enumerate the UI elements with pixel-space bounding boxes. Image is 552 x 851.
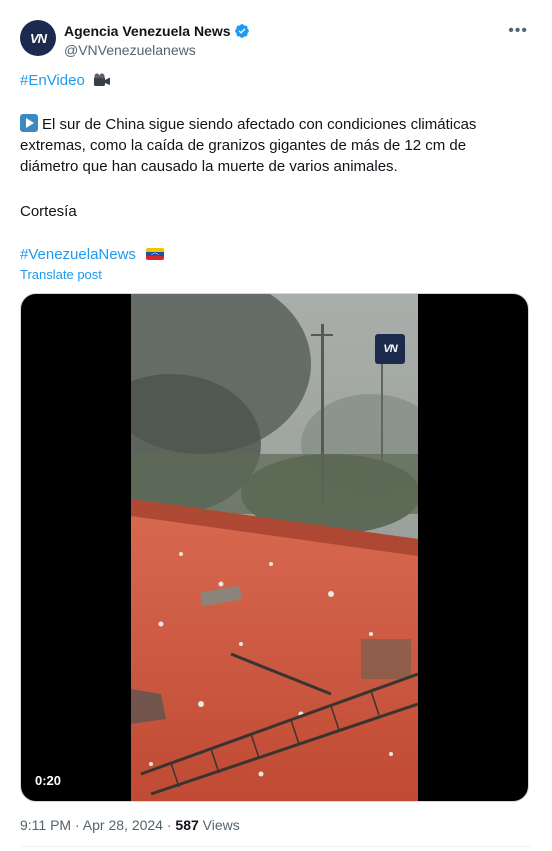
tweet-text: El sur de China sigue siendo afectado co… xyxy=(20,114,532,177)
tweet-text-line-1: El sur de China sigue siendo afectado co… xyxy=(42,116,477,133)
divider xyxy=(20,846,532,847)
author-handle[interactable]: @VNVenezuelanews xyxy=(64,42,250,58)
tweet-line-hashtag: #EnVideo xyxy=(20,70,532,91)
tweet-text-line-3: diámetro que han causado la muerte de va… xyxy=(20,158,398,175)
video-frame[interactable]: VN xyxy=(131,294,418,801)
post-date[interactable]: Apr 28, 2024 xyxy=(83,817,163,833)
views-count: 587 xyxy=(175,817,199,833)
more-options-icon[interactable]: ••• xyxy=(508,22,528,40)
tweet-metadata: 9:11 PM · Apr 28, 2024 · 587 Views xyxy=(20,817,240,833)
play-button-emoji-icon xyxy=(20,114,38,132)
video-duration: 0:20 xyxy=(35,773,62,788)
display-name[interactable]: Agencia Venezuela News xyxy=(64,23,231,39)
avatar[interactable]: VN xyxy=(20,20,56,56)
meta-separator: · xyxy=(75,817,80,833)
tweet-header: VN Agencia Venezuela News @VNVenezuelane… xyxy=(20,20,532,60)
video-player[interactable]: VN 0:20 xyxy=(20,293,529,802)
venezuela-flag-icon xyxy=(146,248,165,260)
video-watermark-logo: VN xyxy=(375,334,405,364)
movie-camera-emoji-icon xyxy=(93,73,110,86)
avatar-logo-text: VN xyxy=(29,30,47,46)
translate-post-link[interactable]: Translate post xyxy=(20,267,102,282)
tweet-credit: Cortesía xyxy=(20,203,77,220)
tweet-text-line-2: extremas, como la caída de granizos giga… xyxy=(20,137,467,154)
meta-separator-2: · xyxy=(166,817,172,833)
post-time[interactable]: 9:11 PM xyxy=(20,817,71,833)
hashtag-venezuelanews[interactable]: #VenezuelaNews xyxy=(20,246,136,263)
video-watermark-text: VN xyxy=(383,343,397,355)
tweet-line-hashtag-2: #VenezuelaNews xyxy=(20,244,532,265)
author-names: Agencia Venezuela News @VNVenezuelanews xyxy=(64,22,250,58)
hashtag-envideo[interactable]: #EnVideo xyxy=(20,72,85,89)
video-still-image xyxy=(131,294,418,801)
views-label: Views xyxy=(202,817,240,833)
tweet-card: VN Agencia Venezuela News @VNVenezuelane… xyxy=(0,0,552,851)
verified-badge-icon xyxy=(234,24,249,38)
